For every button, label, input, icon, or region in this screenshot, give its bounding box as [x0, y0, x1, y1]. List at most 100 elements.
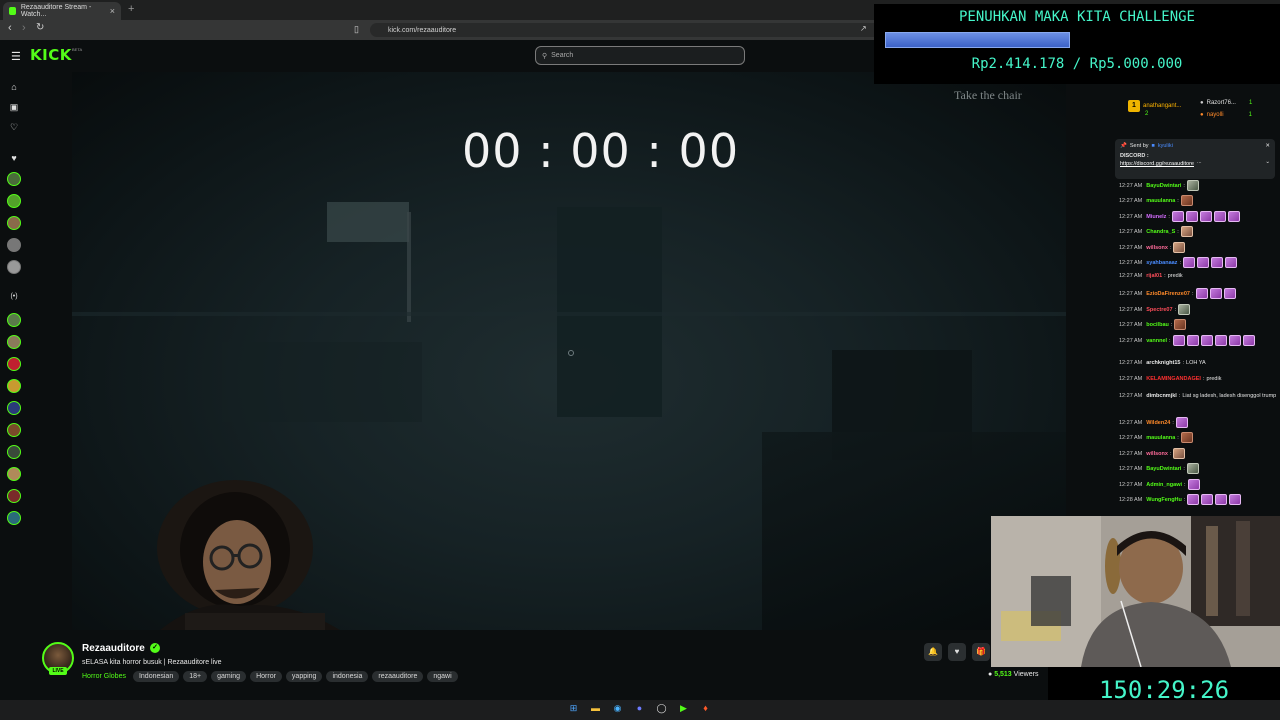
- pinned-sent-by: Sent by: [1129, 143, 1149, 149]
- gift-leader: ● nayolli 1: [1200, 112, 1252, 118]
- chat-emote: [1173, 242, 1186, 253]
- chat-username[interactable]: archknight15: [1146, 360, 1180, 366]
- chat-username[interactable]: mauulanna: [1146, 198, 1175, 204]
- chat-username[interactable]: rijal01: [1146, 273, 1162, 279]
- chat-username[interactable]: willsonx: [1146, 245, 1168, 251]
- gift-icon: ●: [1200, 100, 1204, 106]
- chat-timestamp: 12:27 AM: [1119, 393, 1143, 399]
- chat-username[interactable]: Wilden24: [1146, 420, 1170, 426]
- followed-channel-avatar[interactable]: [7, 216, 21, 230]
- followed-channel-avatar[interactable]: [7, 194, 21, 208]
- browser-tab[interactable]: Rezaauditore Stream - Watch... ×: [3, 2, 121, 20]
- bookmark-icon[interactable]: ▯: [354, 24, 359, 35]
- new-tab-button[interactable]: +: [128, 3, 134, 15]
- followed-channel-avatar[interactable]: [7, 260, 21, 274]
- tag[interactable]: gaming: [211, 671, 247, 682]
- tab-close-icon[interactable]: ×: [110, 6, 115, 16]
- following-icon[interactable]: ♡: [8, 122, 20, 133]
- pin-icon: 📌: [1120, 143, 1127, 149]
- tag[interactable]: rezaauditore: [372, 671, 424, 682]
- recommended-channel-avatar[interactable]: [7, 511, 21, 525]
- follow-heart-button[interactable]: ♥: [948, 643, 966, 661]
- chat-separator: :: [1169, 337, 1171, 344]
- menu-icon[interactable]: ☰: [11, 50, 21, 63]
- challenge-progress-fill: [885, 32, 1070, 48]
- kick-app-icon[interactable]: ▶: [677, 702, 690, 715]
- chat-username[interactable]: Chandra_S: [1146, 229, 1175, 235]
- chat-timestamp: 12:27 AM: [1119, 197, 1143, 204]
- tag[interactable]: Horror: [250, 671, 282, 682]
- chat-username[interactable]: bocilbau: [1146, 322, 1169, 328]
- browse-icon[interactable]: ▣: [8, 102, 20, 113]
- kick-favicon-icon: [9, 7, 16, 15]
- chevron-down-icon[interactable]: ⌄: [1265, 159, 1270, 167]
- gift-leader: ● Razort76... 1: [1200, 100, 1252, 106]
- discord-icon[interactable]: ●: [633, 702, 646, 715]
- chat-username[interactable]: Admin_ngawi: [1146, 482, 1182, 488]
- tag[interactable]: indonesia: [326, 671, 369, 682]
- chat-username[interactable]: vannnel: [1146, 338, 1167, 344]
- chat-username[interactable]: KELAMINGANDAGEI: [1146, 376, 1201, 382]
- windows-start-icon[interactable]: ⊞: [567, 702, 580, 715]
- kick-logo[interactable]: KICK: [30, 46, 72, 64]
- chat-text: LOH YA: [1186, 360, 1206, 366]
- chat-timestamp: 12:28 AM: [1119, 496, 1143, 503]
- tag[interactable]: ngawi: [427, 671, 458, 682]
- chat-username[interactable]: EzioDaFirenze07: [1146, 291, 1190, 297]
- tag[interactable]: Indonesian: [132, 671, 180, 682]
- chat-username[interactable]: syahbanaaz: [1146, 260, 1177, 266]
- category-link[interactable]: Horror Globes: [82, 673, 126, 680]
- gift-leader-count: 1: [1248, 100, 1253, 106]
- unpin-icon[interactable]: ✕: [1265, 143, 1270, 149]
- pinned-message[interactable]: 📌 Sent by ■ kyuliki ✕ DISCORD : https://…: [1115, 139, 1275, 179]
- brave-browser-icon[interactable]: ♦: [699, 702, 712, 715]
- recommended-channel-avatar[interactable]: [7, 467, 21, 481]
- crosshair-icon: [568, 350, 574, 356]
- tag[interactable]: 18+: [183, 671, 208, 682]
- viewers-number: 5,513: [994, 671, 1012, 678]
- gift-button[interactable]: 🎁: [972, 643, 990, 661]
- followed-channel-avatar[interactable]: [7, 238, 21, 252]
- share-icon[interactable]: ↗: [860, 24, 867, 33]
- chat-emote: [1182, 257, 1195, 268]
- back-icon[interactable]: ‹: [8, 22, 12, 34]
- chat-username[interactable]: WungFengHu: [1146, 497, 1182, 503]
- recommended-channel-avatar[interactable]: [7, 335, 21, 349]
- search-input[interactable]: ⚲ Search: [535, 46, 745, 65]
- chat-timestamp: 12:27 AM: [1119, 337, 1143, 344]
- obs-icon[interactable]: ◯: [655, 702, 668, 715]
- chat-timestamp: 12:27 AM: [1119, 244, 1143, 251]
- discord-link[interactable]: https://discord.gg/rezaauditore: [1120, 161, 1194, 167]
- recommended-channel-avatar[interactable]: [7, 357, 21, 371]
- chat-username[interactable]: willsonx: [1146, 451, 1168, 457]
- notification-bell-button[interactable]: 🔔: [924, 643, 942, 661]
- recommended-channel-avatar[interactable]: [7, 379, 21, 393]
- screen: Rezaauditore Stream - Watch... × + ‹ › ↻…: [0, 0, 1280, 720]
- forward-icon[interactable]: ›: [22, 22, 26, 34]
- recommended-channel-avatar[interactable]: [7, 423, 21, 437]
- chat-username[interactable]: mauulanna: [1146, 435, 1175, 441]
- streamer-webcam: [157, 480, 340, 630]
- chat-username[interactable]: Spectre07: [1146, 307, 1172, 313]
- chat-timestamp: 12:27 AM: [1119, 360, 1143, 366]
- chat-emote: [1186, 180, 1199, 191]
- edge-browser-icon[interactable]: ◉: [611, 702, 624, 715]
- home-icon[interactable]: ⌂: [8, 82, 20, 92]
- url-field[interactable]: kick.com/rezaauditore: [370, 23, 880, 37]
- chat-username[interactable]: BayuDwintari: [1146, 183, 1181, 189]
- recommended-channel-avatar[interactable]: [7, 401, 21, 415]
- recommended-channel-avatar[interactable]: [7, 489, 21, 503]
- viewers-label: Viewers: [1013, 671, 1039, 678]
- recommended-channel-avatar[interactable]: [7, 313, 21, 327]
- file-explorer-icon[interactable]: ▬: [589, 702, 602, 715]
- streamer-name[interactable]: Rezaauditore: [82, 643, 145, 654]
- chat-username[interactable]: dimbcnmjkl: [1146, 393, 1177, 399]
- chat-username[interactable]: BayuDwintari: [1146, 466, 1181, 472]
- followed-channel-avatar[interactable]: [7, 172, 21, 186]
- recommended-channel-avatar[interactable]: [7, 445, 21, 459]
- chat-username[interactable]: Miunelz: [1146, 214, 1166, 220]
- reload-icon[interactable]: ↻: [36, 22, 44, 33]
- chat-emote: [1187, 479, 1200, 490]
- tag[interactable]: yapping: [285, 671, 323, 682]
- chat-message: 12:27 AM dimbcnmjkl: Liat sg ladesh, lades…: [1119, 391, 1280, 401]
